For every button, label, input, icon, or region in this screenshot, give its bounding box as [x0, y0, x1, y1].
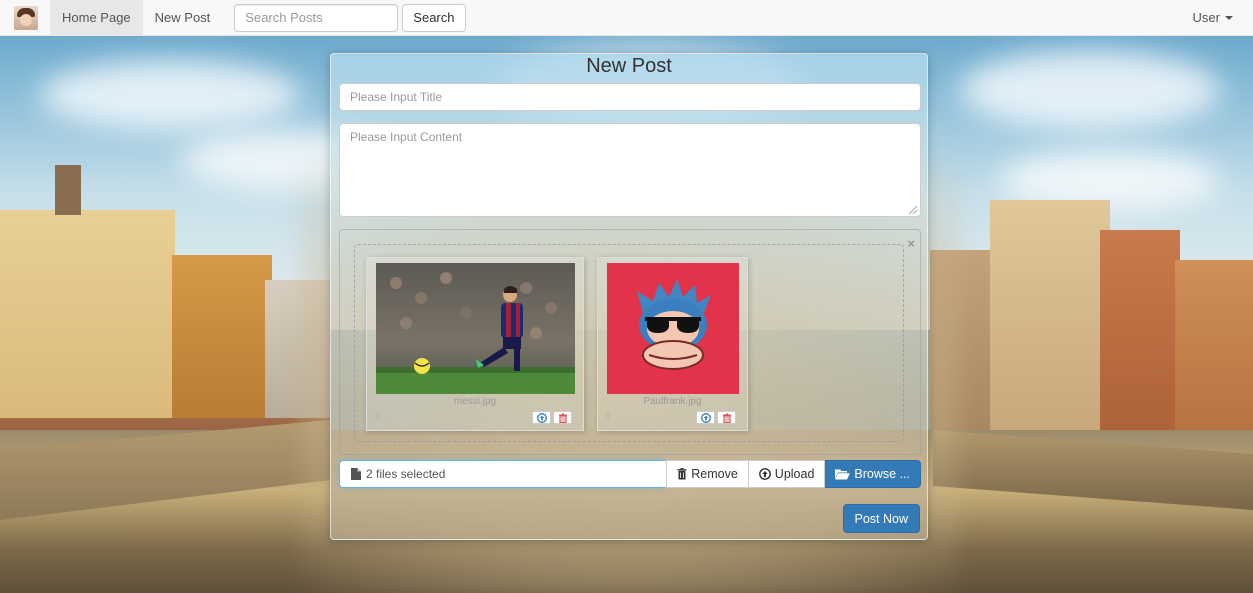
upload-circle-icon [758, 468, 771, 480]
drag-handle-icon[interactable]: ⇳ [373, 412, 382, 421]
thumbnail-image-messi [376, 263, 575, 394]
file-caption[interactable]: 2 files selected [339, 460, 667, 488]
upload-file-button[interactable] [532, 411, 551, 424]
new-post-panel: New Post × [330, 53, 928, 540]
delete-file-button[interactable] [717, 411, 736, 424]
search-input[interactable] [234, 3, 399, 32]
file-caption-text: 2 files selected [366, 467, 446, 481]
caret-down-icon [1225, 15, 1233, 20]
search-button[interactable]: Search [402, 3, 466, 32]
search-form: Search [234, 3, 466, 32]
title-input[interactable] [339, 83, 921, 111]
file-icon [351, 468, 361, 480]
file-preview-area: × messi.jpg ⇳ Paulfrank.jpg ⇳ [339, 229, 921, 455]
delete-file-button[interactable] [553, 411, 572, 424]
upload-button-label: Upload [774, 467, 815, 481]
drag-handle-icon[interactable]: ⇳ [604, 412, 613, 421]
user-menu-label: User [1192, 10, 1220, 25]
trash-icon [722, 413, 731, 423]
resize-grip-icon[interactable] [909, 206, 917, 214]
browse-button[interactable]: Browse ... [825, 460, 921, 488]
thumbnail-image-paulfrank [607, 263, 739, 394]
file-input-group: 2 files selected Remove Upload Browse ..… [339, 460, 921, 488]
folder-open-icon [835, 469, 851, 480]
nav-new-post[interactable]: New Post [143, 0, 223, 36]
file-thumbnail: messi.jpg ⇳ [366, 257, 584, 431]
close-icon[interactable]: × [907, 236, 915, 251]
upload-circle-icon [700, 412, 711, 423]
brand-avatar[interactable] [14, 5, 38, 30]
trash-icon [558, 413, 567, 423]
file-drop-zone[interactable]: messi.jpg ⇳ Paulfrank.jpg ⇳ [354, 244, 904, 442]
user-menu[interactable]: User [1193, 10, 1233, 25]
remove-button[interactable]: Remove [666, 460, 749, 488]
remove-button-label: Remove [691, 467, 738, 481]
nav-home[interactable]: Home Page [50, 0, 143, 36]
upload-file-button[interactable] [696, 411, 715, 424]
file-name: Paulfrank.jpg [643, 396, 702, 407]
file-thumbnail: Paulfrank.jpg ⇳ [597, 257, 748, 431]
upload-button[interactable]: Upload [748, 460, 826, 488]
content-textarea[interactable] [339, 123, 921, 217]
page-title: New Post [586, 55, 672, 77]
upload-circle-icon [536, 412, 547, 423]
trash-icon [677, 468, 687, 480]
post-now-button[interactable]: Post Now [842, 504, 920, 533]
file-name: messi.jpg [453, 396, 497, 407]
browse-button-label: Browse ... [854, 467, 910, 481]
top-navbar: Home Page New Post Search User [0, 0, 1253, 36]
